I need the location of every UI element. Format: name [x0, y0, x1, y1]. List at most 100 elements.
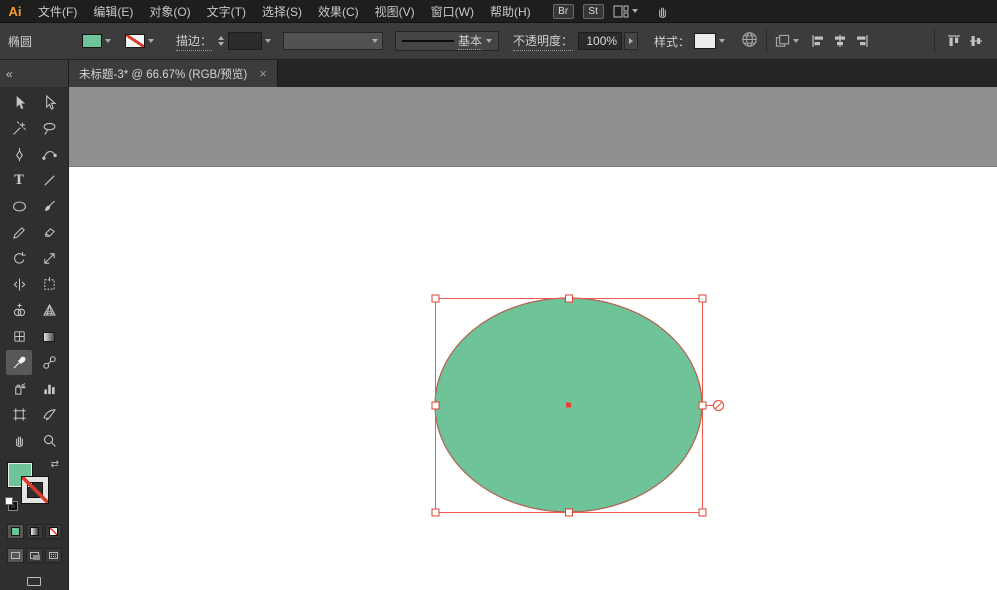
mesh-icon: [13, 331, 25, 342]
tool-direct-selection[interactable]: [36, 90, 62, 115]
tool-eraser[interactable]: [36, 220, 62, 245]
tool-slice[interactable]: [36, 402, 62, 427]
menu-view[interactable]: 视图(V): [367, 0, 423, 22]
tool-ellipse[interactable]: [6, 194, 32, 219]
handle-top-right[interactable]: [698, 294, 707, 303]
stroke-style-dropdown[interactable]: 基本: [395, 31, 500, 51]
arrange-documents-button[interactable]: [613, 4, 638, 18]
stroke-color-control[interactable]: [125, 34, 154, 48]
handle-top-left[interactable]: [431, 294, 440, 303]
menu-effect[interactable]: 效果(C): [310, 0, 367, 22]
tool-mesh[interactable]: [6, 324, 32, 349]
document-tab[interactable]: 未标题-3* @ 66.67% (RGB/预览) ×: [69, 60, 278, 87]
align-horizontal-center-button[interactable]: [831, 32, 849, 50]
tool-lasso[interactable]: [36, 116, 62, 141]
hand-gesture-button[interactable]: [655, 4, 670, 19]
draw-normal-icon: [10, 552, 20, 560]
gradient-button[interactable]: [25, 524, 43, 540]
fill-color-control[interactable]: [82, 34, 111, 48]
handle-top-center[interactable]: [565, 294, 573, 303]
brush-definition-dropdown[interactable]: [283, 32, 384, 50]
tool-selection[interactable]: [6, 90, 32, 115]
stroke-weight-label[interactable]: 描边：: [176, 32, 213, 51]
tool-column-graph[interactable]: [36, 376, 62, 401]
panel-collapse-button[interactable]: «: [0, 60, 69, 87]
draw-inside-button[interactable]: [44, 548, 62, 564]
tool-symbol-sprayer[interactable]: [6, 376, 32, 401]
stroke-color-swatch[interactable]: [125, 34, 145, 48]
tool-magic-wand[interactable]: [6, 116, 32, 141]
live-shape-widget[interactable]: [712, 399, 725, 412]
close-tab-icon[interactable]: ×: [259, 67, 267, 80]
tool-zoom[interactable]: [36, 428, 62, 453]
tool-eyedropper[interactable]: [6, 350, 32, 375]
opacity-label[interactable]: 不透明度：: [513, 32, 574, 51]
tool-perspective-grid[interactable]: [36, 298, 62, 323]
align-left-button[interactable]: [809, 32, 827, 50]
recolor-artwork-button[interactable]: [741, 31, 758, 51]
color-button[interactable]: [6, 524, 24, 540]
handle-bottom-right[interactable]: [698, 508, 707, 517]
menu-help[interactable]: 帮助(H): [482, 0, 539, 22]
tool-gradient[interactable]: [36, 324, 62, 349]
graphic-style-swatch[interactable]: [694, 33, 717, 49]
tool-pencil[interactable]: [6, 220, 32, 245]
tool-artboard[interactable]: [6, 402, 32, 427]
draw-normal-button[interactable]: [6, 548, 24, 564]
stroke-color-swatch[interactable]: [22, 477, 48, 503]
chevron-down-icon: [148, 39, 154, 43]
menu-edit[interactable]: 编辑(E): [85, 0, 141, 22]
align-vertical-center-button[interactable]: [967, 32, 985, 50]
stepper-up-icon[interactable]: [218, 36, 225, 40]
tool-width[interactable]: [6, 272, 32, 297]
handle-bottom-left[interactable]: [431, 508, 440, 517]
tool-pen[interactable]: [6, 142, 32, 167]
draw-inside-icon: [48, 552, 58, 560]
tool-type[interactable]: T: [6, 168, 32, 193]
handle-middle-right[interactable]: [698, 401, 707, 410]
tool-free-transform[interactable]: [36, 272, 62, 297]
chevron-down-icon: [719, 39, 726, 43]
chevron-down-icon: [265, 39, 272, 43]
center-point[interactable]: [566, 402, 571, 408]
align-top-button[interactable]: [945, 32, 963, 50]
none-button[interactable]: [44, 524, 62, 540]
swap-fill-stroke-icon[interactable]: ⇄: [51, 460, 59, 470]
tool-line-segment[interactable]: [36, 168, 62, 193]
none-icon: [48, 527, 58, 537]
tool-blend[interactable]: [36, 350, 62, 375]
canvas[interactable]: [69, 87, 997, 590]
stroke-weight-stepper[interactable]: [218, 36, 225, 46]
menu-select[interactable]: 选择(S): [254, 0, 310, 22]
rotate-icon: [13, 251, 26, 264]
screen-mode-button[interactable]: [23, 573, 45, 590]
tool-scale[interactable]: [36, 246, 62, 271]
menu-window[interactable]: 窗口(W): [423, 0, 482, 22]
graphic-style-control[interactable]: [694, 33, 726, 49]
tool-paintbrush[interactable]: [36, 194, 62, 219]
stroke-weight-input[interactable]: [228, 32, 263, 50]
pen-icon: [15, 147, 23, 162]
draw-behind-button[interactable]: [25, 548, 43, 564]
menu-object[interactable]: 对象(O): [141, 0, 198, 22]
transform-panel-button[interactable]: [775, 34, 800, 48]
fill-color-swatch[interactable]: [82, 34, 102, 48]
opacity-expand-button[interactable]: [624, 32, 639, 50]
menu-file[interactable]: 文件(F): [30, 0, 85, 22]
align-right-button[interactable]: [853, 32, 871, 50]
tool-hand[interactable]: [6, 428, 32, 453]
handle-middle-left[interactable]: [431, 401, 440, 410]
tool-curvature[interactable]: [36, 142, 62, 167]
stepper-down-icon[interactable]: [218, 42, 225, 46]
opacity-input[interactable]: 100%: [578, 32, 623, 50]
document-tab-bar: « 未标题-3* @ 66.67% (RGB/预览) ×: [0, 60, 997, 87]
blend-icon: [42, 356, 56, 369]
menu-type[interactable]: 文字(T): [199, 0, 254, 22]
handle-bottom-center[interactable]: [565, 508, 573, 517]
stock-badge[interactable]: St: [582, 3, 604, 19]
bridge-badge[interactable]: Br: [552, 3, 574, 19]
default-fill-stroke-icon[interactable]: [5, 497, 21, 511]
tool-rotate[interactable]: [6, 246, 32, 271]
tool-shape-builder[interactable]: [6, 298, 32, 323]
stroke-weight-combo[interactable]: [228, 32, 272, 50]
